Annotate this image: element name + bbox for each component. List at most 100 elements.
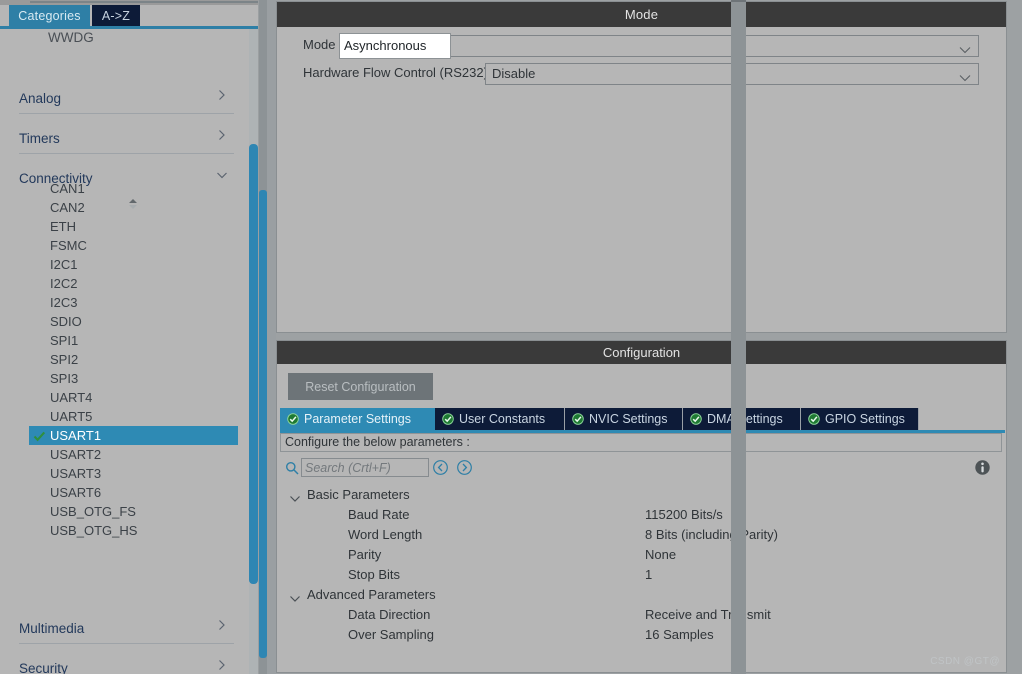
nav-next-icon[interactable] — [456, 459, 473, 476]
reset-configuration-button[interactable]: Reset Configuration — [288, 373, 433, 400]
top-divider-line — [30, 1, 258, 3]
peripheral-item-label: USART1 — [50, 428, 102, 443]
param-group-basic-parameters[interactable]: Basic Parameters — [289, 485, 410, 505]
param-group-label: Basic Parameters — [307, 487, 410, 502]
peripheral-item-usart2[interactable]: USART2 — [29, 445, 238, 464]
peripheral-item-sdio[interactable]: SDIO — [29, 312, 238, 331]
sidebar-section-security[interactable]: Security — [19, 653, 234, 674]
param-name: Over Sampling — [348, 627, 434, 642]
tab-a-to-z[interactable]: A->Z — [92, 5, 140, 26]
param-name: Stop Bits — [348, 567, 401, 582]
parameter-table: Basic Parameters Baud Rate 115200 Bits/s Wo… — [280, 485, 1002, 665]
param-row[interactable]: Data Direction Receive and Transmit — [280, 605, 1002, 625]
param-value[interactable]: 16 Samples — [645, 625, 714, 645]
tab-categories[interactable]: Categories — [9, 5, 90, 26]
peripheral-item-i2c1[interactable]: I2C1 — [29, 255, 238, 274]
peripheral-item-fsmc[interactable]: FSMC — [29, 236, 238, 255]
search-icon — [285, 461, 299, 475]
tab-parameter-settings[interactable]: Parameter Settings — [280, 408, 435, 430]
hw-flow-control-label: Hardware Flow Control (RS232) — [303, 65, 488, 80]
sidebar-section-timers[interactable]: Timers — [19, 123, 234, 154]
chevron-right-icon — [216, 89, 228, 101]
param-name: Parity — [348, 547, 382, 562]
sidebar-scroll-area: WWDG Analog Timers Connectivity CAN1 CAN… — [0, 29, 258, 674]
mode-value-focused-field[interactable]: Asynchronous — [339, 33, 451, 59]
param-value[interactable]: None — [645, 545, 676, 565]
param-name: Baud Rate — [348, 507, 410, 522]
peripheral-item-i2c2[interactable]: I2C2 — [29, 274, 238, 293]
configuration-panel: Configuration Reset Configuration Parame… — [276, 340, 1007, 673]
tab-label: NVIC Settings — [589, 412, 668, 426]
param-group-advanced-parameters[interactable]: Advanced Parameters — [289, 585, 436, 605]
mode-row-hw-flow-control: Hardware Flow Control (RS232) Disable — [277, 63, 1006, 85]
mode-panel: Mode Mode Hardware Flow Control (RS232) … — [276, 1, 1007, 333]
peripheral-sidebar: Categories A->Z WWDG Analog Timers Conne… — [0, 0, 258, 674]
chevron-down-icon — [959, 70, 971, 82]
sidebar-section-multimedia[interactable]: Multimedia — [19, 613, 234, 644]
nav-prev-icon[interactable] — [432, 459, 449, 476]
tab-nvic-settings[interactable]: NVIC Settings — [565, 408, 683, 430]
sidebar-scrollbar-thumb[interactable] — [249, 144, 258, 584]
peripheral-item-usart3[interactable]: USART3 — [29, 464, 238, 483]
sidebar-outer-scrollbar-thumb[interactable] — [259, 190, 267, 658]
param-value[interactable]: Receive and Transmit — [645, 605, 771, 625]
mode-label: Mode — [303, 37, 336, 52]
panel-divider[interactable] — [267, 0, 276, 674]
sidebar-section-analog-label: Analog — [19, 90, 62, 106]
chevron-right-icon — [216, 129, 228, 141]
configure-parameters-hint: Configure the below parameters : — [280, 433, 1002, 452]
tab-label: User Constants — [459, 412, 546, 426]
sidebar-section-analog[interactable]: Analog — [19, 83, 234, 114]
param-value[interactable]: 115200 Bits/s — [645, 505, 723, 525]
peripheral-item-spi1[interactable]: SPI1 — [29, 331, 238, 350]
configuration-panel-title: Configuration — [277, 341, 1006, 364]
param-row[interactable]: Stop Bits 1 — [280, 565, 1002, 585]
chevron-down-icon[interactable] — [289, 490, 301, 502]
green-check-icon — [442, 413, 454, 425]
peripheral-item-label: CAN1 — [50, 181, 85, 196]
chevron-down-icon[interactable] — [289, 590, 301, 602]
tab-gpio-settings[interactable]: GPIO Settings — [801, 408, 919, 430]
peripheral-item-usb_otg_hs[interactable]: USB_OTG_HS — [29, 521, 238, 540]
peripheral-item-usart1[interactable]: USART1 — [29, 426, 238, 445]
tab-label: GPIO Settings — [825, 412, 905, 426]
peripheral-item-usb_otg_fs[interactable]: USB_OTG_FS — [29, 502, 238, 521]
peripheral-item-label: SDIO — [50, 314, 82, 329]
peripheral-item-can2[interactable]: CAN2 — [29, 198, 238, 217]
param-name: Data Direction — [348, 607, 431, 622]
peripheral-item-label: I2C2 — [50, 276, 78, 291]
right-content-area: Mode Mode Hardware Flow Control (RS232) … — [276, 0, 1022, 674]
cubemx-window: Categories A->Z WWDG Analog Timers Conne… — [0, 0, 1022, 674]
mode-panel-title: Mode — [277, 2, 1006, 27]
tab-label: Parameter Settings — [304, 412, 411, 426]
info-icon[interactable] — [974, 459, 991, 476]
peripheral-item-label: FSMC — [50, 238, 87, 253]
param-name: Word Length — [348, 527, 423, 542]
peripheral-item-eth[interactable]: ETH — [29, 217, 238, 236]
param-value[interactable]: 8 Bits (including Parity) — [645, 525, 778, 545]
peripheral-item-label: UART4 — [50, 390, 93, 405]
param-row[interactable]: Word Length 8 Bits (including Parity) — [280, 525, 1002, 545]
peripheral-item-wwdg[interactable]: WWDG — [0, 29, 250, 51]
param-row[interactable]: Parity None — [280, 545, 1002, 565]
param-row[interactable]: Over Sampling 16 Samples — [280, 625, 1002, 645]
peripheral-item-uart4[interactable]: UART4 — [29, 388, 238, 407]
peripheral-item-label: USART6 — [50, 485, 102, 500]
hw-flow-control-value: Disable — [492, 66, 536, 81]
peripheral-item-spi2[interactable]: SPI2 — [29, 350, 238, 369]
green-check-icon — [690, 413, 702, 425]
peripheral-item-i2c3[interactable]: I2C3 — [29, 293, 238, 312]
peripheral-item-label: USB_OTG_FS — [50, 504, 136, 519]
peripheral-item-label: ETH — [50, 219, 76, 234]
param-row[interactable]: Baud Rate 115200 Bits/s — [280, 505, 1002, 525]
peripheral-item-label: SPI3 — [50, 371, 79, 386]
right-gutter — [731, 0, 746, 674]
param-value[interactable]: 1 — [645, 565, 652, 585]
tab-user-constants[interactable]: User Constants — [435, 408, 565, 430]
peripheral-item-uart5[interactable]: UART5 — [29, 407, 238, 426]
search-input[interactable] — [301, 458, 429, 477]
peripheral-item-can1[interactable]: CAN1 — [29, 179, 238, 198]
peripheral-item-spi3[interactable]: SPI3 — [29, 369, 238, 388]
chevron-right-icon — [216, 659, 228, 671]
peripheral-item-usart6[interactable]: USART6 — [29, 483, 238, 502]
